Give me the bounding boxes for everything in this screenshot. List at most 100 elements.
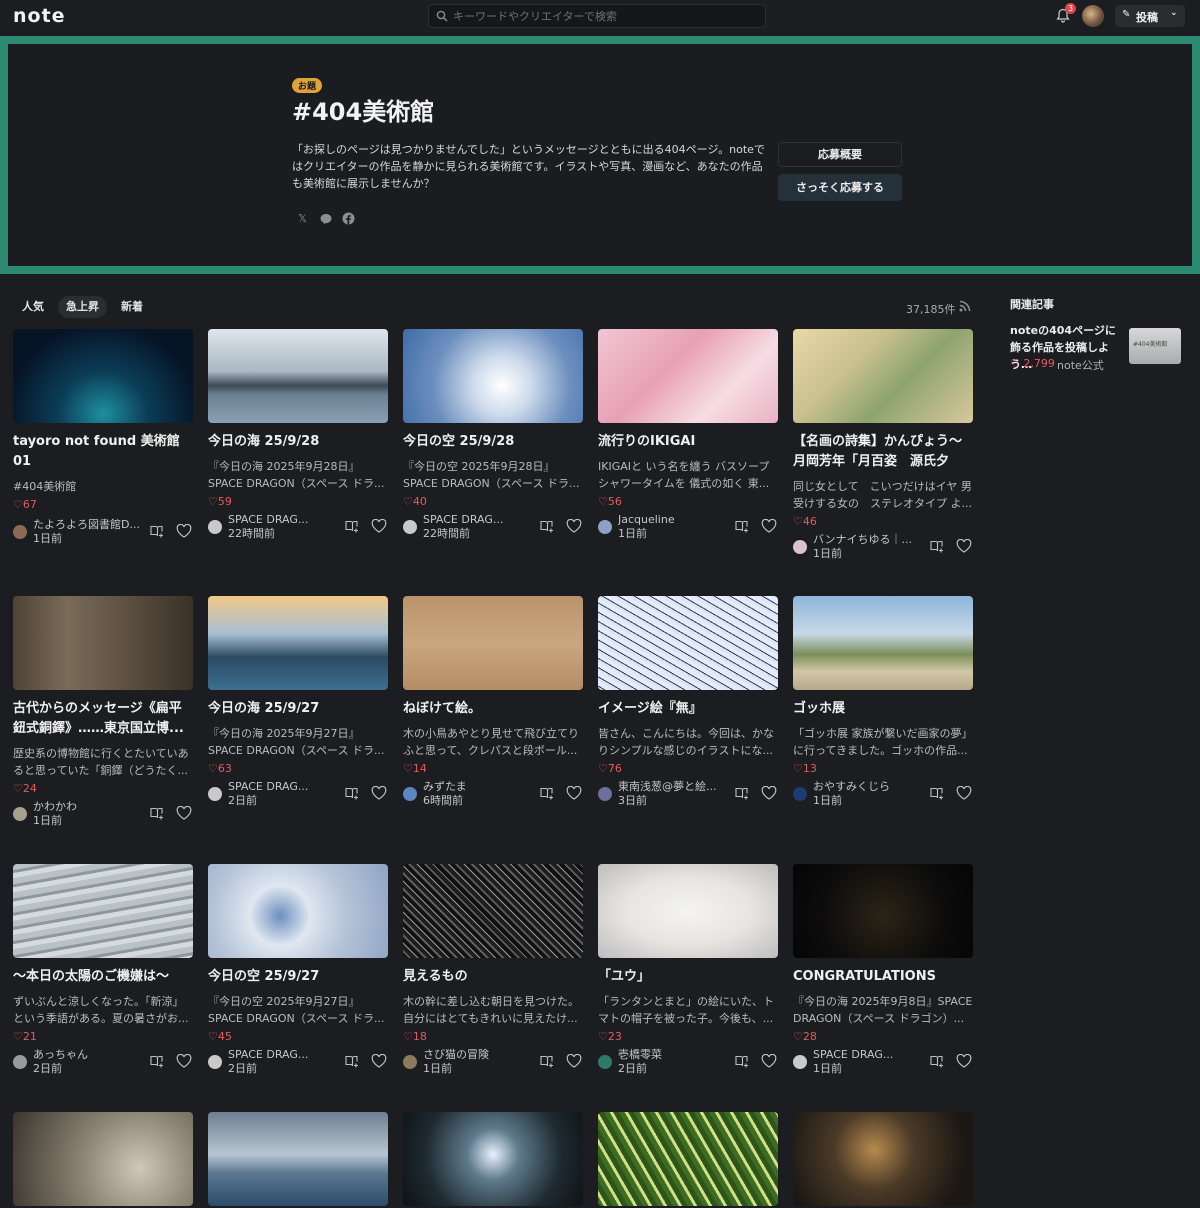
article-thumbnail[interactable] [598, 596, 778, 690]
heart-icon[interactable] [956, 786, 972, 800]
author-avatar[interactable] [13, 525, 27, 539]
apply-button[interactable]: さっそく応募する [778, 174, 902, 201]
rss-icon[interactable] [959, 300, 971, 312]
heart-icon[interactable] [956, 1054, 972, 1068]
magazine-add-icon[interactable] [735, 1054, 750, 1068]
related-article-author[interactable]: note公式 [1057, 357, 1104, 373]
article-thumbnail[interactable] [208, 864, 388, 958]
note-logo[interactable]: note [13, 5, 66, 27]
magazine-add-icon[interactable] [930, 539, 945, 553]
overview-button[interactable]: 応募概要 [778, 142, 902, 167]
heart-icon[interactable] [176, 524, 192, 538]
author-name[interactable]: SPACE DRAG... [228, 780, 340, 794]
article-thumbnail[interactable] [403, 329, 583, 423]
user-avatar[interactable] [1082, 5, 1104, 27]
magazine-add-icon[interactable] [345, 1054, 360, 1068]
article-thumbnail[interactable] [403, 1112, 583, 1206]
heart-icon[interactable] [566, 1054, 582, 1068]
article-thumbnail[interactable] [403, 864, 583, 958]
article-title[interactable]: 【名画の詩集】かんぴょう〜月岡芳年「月百姿 源氏夕顔... [793, 432, 973, 472]
author-avatar[interactable] [598, 520, 612, 534]
article-title[interactable]: 〜本日の太陽のご機嫌は〜 [13, 967, 193, 987]
heart-icon[interactable] [176, 806, 192, 820]
article-thumbnail[interactable] [13, 1112, 193, 1206]
author-avatar[interactable] [793, 1055, 807, 1069]
magazine-add-icon[interactable] [540, 786, 555, 800]
author-avatar[interactable] [598, 1055, 612, 1069]
author-name[interactable]: 東南浅葱@夢と絵... [618, 780, 730, 794]
magazine-add-icon[interactable] [345, 786, 360, 800]
heart-icon[interactable] [566, 786, 582, 800]
heart-icon[interactable] [176, 1054, 192, 1068]
article-thumbnail[interactable] [13, 329, 193, 423]
author-name[interactable]: SPACE DRAG... [813, 1048, 925, 1062]
author-name[interactable]: おやすみくじら [813, 780, 925, 794]
article-thumbnail[interactable] [793, 864, 973, 958]
article-thumbnail[interactable] [598, 1112, 778, 1206]
author-avatar[interactable] [403, 787, 417, 801]
heart-icon[interactable] [566, 519, 582, 533]
tab-new[interactable]: 新着 [113, 296, 151, 318]
tab-trending[interactable]: 急上昇 [58, 296, 107, 318]
article-thumbnail[interactable] [793, 329, 973, 423]
article-thumbnail[interactable] [208, 329, 388, 423]
author-name[interactable]: SPACE DRAG... [423, 513, 535, 527]
heart-icon[interactable] [956, 539, 972, 553]
article-title[interactable]: 今日の空 25/9/28 [403, 432, 583, 452]
author-name[interactable]: SPACE DRAG... [228, 1048, 340, 1062]
article-title[interactable]: CONGRATULATIONS [793, 967, 973, 987]
magazine-add-icon[interactable] [150, 806, 165, 820]
article-thumbnail[interactable] [598, 864, 778, 958]
heart-icon[interactable] [761, 519, 777, 533]
magazine-add-icon[interactable] [150, 1054, 165, 1068]
author-name[interactable]: みずたま [423, 780, 535, 794]
author-avatar[interactable] [208, 520, 222, 534]
heart-icon[interactable] [371, 786, 387, 800]
article-thumbnail[interactable] [598, 329, 778, 423]
article-thumbnail[interactable] [13, 596, 193, 690]
author-name[interactable]: かわかわ [33, 800, 145, 814]
article-title[interactable]: 「ユウ」 [598, 967, 778, 987]
article-thumbnail[interactable] [793, 596, 973, 690]
magazine-add-icon[interactable] [150, 524, 165, 538]
article-title[interactable]: 見えるもの [403, 967, 583, 987]
article-thumbnail[interactable] [208, 1112, 388, 1206]
heart-icon[interactable] [371, 1054, 387, 1068]
magazine-add-icon[interactable] [930, 786, 945, 800]
x-icon[interactable]: 𝕏 [296, 212, 309, 225]
author-name[interactable]: たよろよろ図書館D... [33, 518, 145, 532]
magazine-add-icon[interactable] [345, 519, 360, 533]
magazine-add-icon[interactable] [735, 519, 750, 533]
heart-icon[interactable] [761, 786, 777, 800]
magazine-add-icon[interactable] [540, 519, 555, 533]
author-name[interactable]: あっちゃん [33, 1048, 145, 1062]
article-thumbnail[interactable] [793, 1112, 973, 1206]
article-title[interactable]: 今日の海 25/9/28 [208, 432, 388, 452]
search-input[interactable] [453, 7, 753, 25]
author-name[interactable]: Jacqueline [618, 513, 730, 527]
article-title[interactable]: ゴッホ展 [793, 699, 973, 719]
article-thumbnail[interactable] [13, 864, 193, 958]
author-avatar[interactable] [208, 787, 222, 801]
chevron-down-icon[interactable]: ⌄ [1170, 8, 1178, 18]
related-article-thumbnail[interactable]: #404美術館 [1129, 328, 1181, 364]
author-avatar[interactable] [403, 520, 417, 534]
author-name[interactable]: 壱橋零菜 [618, 1048, 730, 1062]
author-avatar[interactable] [208, 1055, 222, 1069]
article-title[interactable]: 今日の空 25/9/27 [208, 967, 388, 987]
author-name[interactable]: さび猫の冒険 [423, 1048, 535, 1062]
post-button[interactable]: ✎ 投稿 ⌄ [1115, 5, 1185, 27]
heart-icon[interactable] [371, 519, 387, 533]
magazine-add-icon[interactable] [735, 786, 750, 800]
article-thumbnail[interactable] [208, 596, 388, 690]
author-avatar[interactable] [793, 540, 807, 554]
article-title[interactable]: ねぼけて絵。 [403, 699, 583, 719]
line-icon[interactable] [319, 212, 332, 225]
magazine-add-icon[interactable] [930, 1054, 945, 1068]
facebook-icon[interactable] [342, 212, 355, 225]
article-title[interactable]: 流行りのIKIGAI [598, 432, 778, 452]
article-title[interactable]: tayoro not found 美術館 01 [13, 432, 193, 472]
author-avatar[interactable] [13, 807, 27, 821]
magazine-add-icon[interactable] [540, 1054, 555, 1068]
author-avatar[interactable] [598, 787, 612, 801]
